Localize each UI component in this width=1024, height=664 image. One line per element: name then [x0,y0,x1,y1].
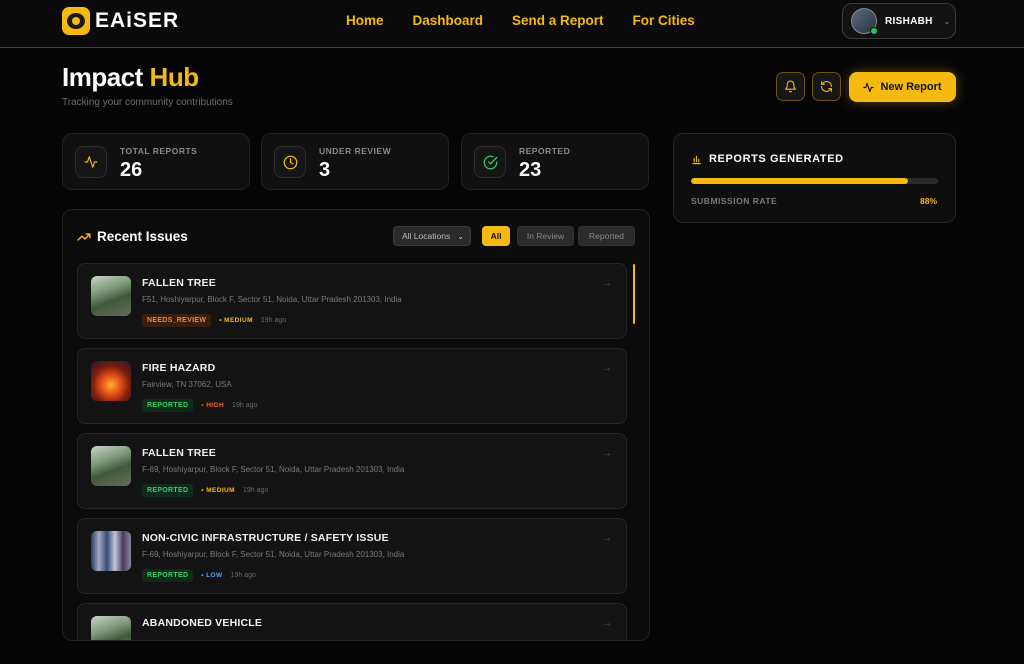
page-title: Impact Hub [62,62,199,93]
stat-reported: REPORTED 23 [461,133,649,190]
nav-link-send-report[interactable]: Send a Report [512,13,604,28]
issue-thumbnail [91,276,131,316]
filter-in-review[interactable]: In Review [517,226,574,246]
stat-value: 3 [319,159,331,181]
activity-icon [863,82,875,92]
reports-generated-card: REPORTS GENERATED SUBMISSION RATE 88% [673,133,956,223]
filter-all[interactable]: All [482,226,510,246]
profile-menu[interactable]: RISHABH ⌄ [842,3,956,39]
issue-tags: REPORTED • MEDIUM 19h ago [142,484,268,497]
arrow-right-icon[interactable]: → [602,618,612,629]
issue-tags: NEEDS_REVIEW • MEDIUM 19h ago [142,314,286,327]
check-circle-icon [474,146,506,178]
bar-chart-icon [692,155,701,164]
stat-label: UNDER REVIEW [319,146,392,156]
stat-under-review: UNDER REVIEW 3 [261,133,449,190]
arrow-right-icon[interactable]: → [602,533,612,544]
scroll-indicator [633,264,635,324]
issue-address: F51, Hoshiyarpur, Block F, Sector 51, No… [142,295,402,304]
priority-label: • MEDIUM [201,487,235,494]
recent-issues-panel: Recent Issues All Locations ⌄ All In Rev… [62,209,650,641]
issue-thumbnail [91,616,131,640]
stat-label: TOTAL REPORTS [120,146,198,156]
issue-thumbnail [91,361,131,401]
stat-total-reports: TOTAL REPORTS 26 [62,133,250,190]
new-report-button[interactable]: New Report [849,72,956,102]
refresh-button[interactable] [812,72,841,101]
priority-value: MEDIUM [224,317,253,324]
clock-icon [274,146,306,178]
recent-issues-title: Recent Issues [77,229,188,244]
stat-label: REPORTED [519,146,571,156]
priority-value: MEDIUM [206,487,235,494]
issue-card[interactable]: FALLEN TREE F51, Hoshiyarpur, Block F, Se… [77,263,635,339]
issue-thumbnail [91,446,131,486]
stat-value: 26 [120,159,143,181]
issue-title: ABANDONED VEHICLE [142,617,263,629]
online-status-icon [870,27,878,35]
nav-link-dashboard[interactable]: Dashboard [413,13,484,28]
priority-label: • LOW [201,572,222,579]
brand-name: EAiSER [95,9,180,32]
issue-title: FALLEN TREE [142,277,216,289]
notifications-button[interactable] [776,72,805,101]
submission-rate-value: 88% [919,196,937,206]
title-accent: Hub [149,62,200,92]
chevron-down-icon: ⌄ [943,16,951,26]
issue-time: 19h ago [230,572,256,579]
nav-link-home[interactable]: Home [346,13,384,28]
submission-progress-fill [691,178,909,184]
logo-icon [62,7,90,35]
title-main: Impact [62,62,143,92]
status-badge: REPORTED [142,569,194,582]
bell-icon [785,80,796,93]
status-badge: NEEDS_REVIEW [142,314,212,327]
issue-thumbnail [91,531,131,571]
priority-label: • MEDIUM [219,317,253,324]
reports-generated-title: REPORTS GENERATED [691,153,844,165]
issue-card[interactable]: FALLEN TREE F-69, Hoshiyarpur, Block F, S… [77,433,627,509]
status-badge: REPORTED [142,484,194,497]
page-subtitle: Tracking your community contributions [62,97,233,108]
issue-card[interactable]: NON-CIVIC INFRASTRUCTURE / SAFETY ISSUE F… [77,518,627,594]
chevron-down-icon: ⌄ [457,231,464,241]
issue-tags: REPORTED • HIGH 19h ago [142,399,257,412]
profile-name: RISHABH [885,15,933,27]
issue-address: Fairview, TN 37062, USA [142,380,232,389]
status-badge: REPORTED [142,399,194,412]
trending-up-icon [77,232,91,241]
stat-value: 23 [519,159,542,181]
issue-address: F-69, Hoshiyarpur, Block F, Sector 51, N… [142,550,405,559]
top-nav: EAiSER Home Dashboard Send a Report For … [0,0,1024,48]
issue-card[interactable]: ABANDONED VEHICLE → [77,603,627,640]
issue-title: FIRE HAZARD [142,362,216,374]
submission-progress-bar [691,178,938,184]
issue-card[interactable]: FIRE HAZARD Fairview, TN 37062, USA REPORT… [77,348,627,424]
nav-links: Home Dashboard Send a Report For Cities [346,13,695,28]
issue-tags: REPORTED • LOW 19h ago [142,569,256,582]
activity-icon [75,146,107,178]
filter-reported[interactable]: Reported [578,226,635,246]
priority-value: HIGH [206,402,225,409]
issue-address: F-69, Hoshiyarpur, Block F, Sector 51, N… [142,465,405,474]
issue-title: NON-CIVIC INFRASTRUCTURE / SAFETY ISSUE [142,532,389,544]
avatar [851,8,878,35]
nav-link-for-cities[interactable]: For Cities [633,13,695,28]
arrow-right-icon[interactable]: → [602,278,612,289]
issue-time: 19h ago [232,402,258,409]
priority-label: • HIGH [201,402,224,409]
arrow-right-icon[interactable]: → [602,448,612,459]
arrow-right-icon[interactable]: → [602,363,612,374]
submission-rate-label: SUBMISSION RATE [691,196,778,206]
issue-title: FALLEN TREE [142,447,216,459]
new-report-label: New Report [880,81,942,93]
issue-time: 19h ago [242,487,269,494]
location-select[interactable]: All Locations ⌄ [393,226,471,246]
brand-logo[interactable]: EAiSER [62,7,179,35]
issue-time: 19h ago [260,317,287,324]
location-select-value: All Locations [402,231,451,241]
refresh-icon [821,81,832,92]
priority-value: LOW [206,572,223,579]
